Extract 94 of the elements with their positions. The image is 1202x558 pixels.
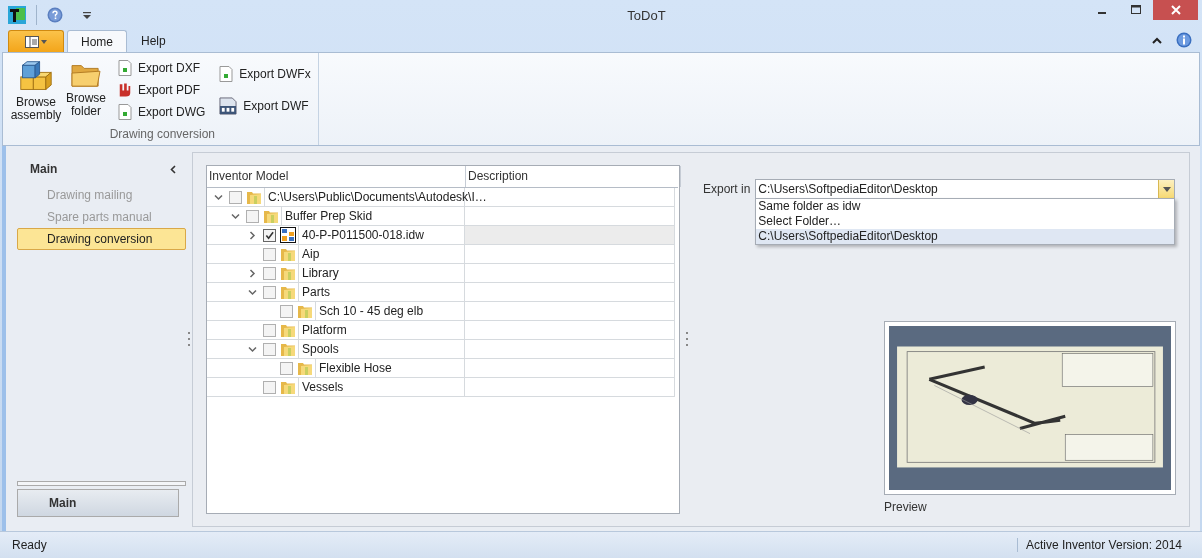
field-label: Export in <box>703 182 751 196</box>
assembly-icon <box>19 60 53 92</box>
help-icon[interactable] <box>47 7 63 23</box>
node-label: Library <box>298 264 339 282</box>
folder-icon <box>280 322 296 338</box>
preview-label: Preview <box>884 500 928 514</box>
close-button[interactable] <box>1153 0 1198 20</box>
chevron-icon[interactable] <box>248 268 257 278</box>
status-text: Ready <box>12 538 48 552</box>
ribbon-button[interactable]: Browse folder <box>61 56 111 127</box>
chevron-icon[interactable] <box>248 287 257 297</box>
tree-row[interactable]: Platform <box>207 321 678 340</box>
ribbon-button[interactable]: Browse assembly <box>11 56 61 127</box>
document-icon <box>219 65 234 82</box>
chevron-icon[interactable] <box>248 230 257 240</box>
version-text: Active Inventor Version: 2014 <box>1016 538 1182 552</box>
checkbox[interactable] <box>263 323 276 337</box>
chevron-icon[interactable] <box>231 211 240 221</box>
tree-row[interactable]: Vessels <box>207 378 678 397</box>
folder-icon <box>280 341 296 357</box>
chevron-icon[interactable] <box>248 344 257 354</box>
checkbox[interactable] <box>263 285 276 299</box>
dropdown-option[interactable]: C:\Users\SoftpediaEditor\Desktop <box>756 229 1175 244</box>
checkbox[interactable] <box>229 190 242 204</box>
folder-icon <box>297 360 313 376</box>
minimize-icon <box>1098 12 1106 14</box>
node-label: Vessels <box>298 378 344 396</box>
checkbox[interactable] <box>263 247 276 261</box>
node-label: Spools <box>298 340 339 358</box>
node-label: Platform <box>298 321 347 339</box>
collapse-ribbon-icon[interactable] <box>1152 36 1162 44</box>
export-folder-combo[interactable]: C:\Users\SoftpediaEditor\Desktop <box>755 179 1176 199</box>
node-label: Sch 10 - 45 deg elb <box>315 302 424 320</box>
tree-row[interactable]: Flexible Hose <box>207 359 678 378</box>
node-label: 40-P-P011500-018.idw <box>298 226 424 244</box>
folder-icon <box>246 189 262 205</box>
tree-row[interactable]: Parts <box>207 283 678 302</box>
checkbox[interactable] <box>263 380 276 394</box>
app-icon[interactable] <box>8 6 26 24</box>
folder-icon <box>280 379 296 395</box>
dropdown-option[interactable]: Select Folder… <box>756 214 1175 229</box>
node-label: Flexible Hose <box>315 359 392 377</box>
dwf-document-icon <box>219 96 238 115</box>
ribbon-tab[interactable]: Help <box>127 30 180 51</box>
drawing-file-icon <box>280 227 296 243</box>
app-menu-button[interactable] <box>8 30 64 52</box>
ribbon-button[interactable]: Export DWF <box>216 96 314 115</box>
node-label: Aip <box>298 245 320 263</box>
column-header[interactable]: Description <box>466 166 681 187</box>
column-header[interactable]: Inventor Model <box>207 166 466 187</box>
sidebar-item[interactable]: Drawing conversion <box>17 228 186 250</box>
node-label: Buffer Prep Skid <box>281 207 373 225</box>
node-label: C:\Users\Public\Documents\Autodesk\I… <box>264 188 487 206</box>
splitter-grip-icon[interactable] <box>187 332 191 347</box>
window-title: ToDoT <box>626 7 667 23</box>
customize-icon[interactable] <box>83 11 91 19</box>
tree-row[interactable]: C:\Users\Public\Documents\Autodesk\I… <box>207 188 678 207</box>
pdf-icon <box>118 82 132 98</box>
ribbon-button[interactable]: Export DXF <box>115 59 209 77</box>
checkbox[interactable] <box>280 304 293 318</box>
tree-row[interactable]: Library <box>207 264 678 283</box>
ribbon-button[interactable]: Export DWG <box>115 103 209 121</box>
folder-icon <box>263 208 279 224</box>
ribbon-tab[interactable]: Home <box>67 30 127 52</box>
ribbon-button[interactable]: Export DWFx <box>216 64 314 83</box>
checkbox[interactable] <box>246 209 259 223</box>
document-icon <box>118 60 132 76</box>
group-label: Drawing conversion <box>108 127 217 143</box>
caret-icon[interactable] <box>1162 186 1171 192</box>
maximize-icon <box>1131 5 1141 15</box>
folder-icon <box>280 284 296 300</box>
ribbon-button[interactable]: Export PDF <box>115 81 209 99</box>
folder-icon <box>280 265 296 281</box>
folder-icon <box>297 303 313 319</box>
dropdown-option[interactable]: Same folder as idw <box>756 199 1175 214</box>
tree-row[interactable]: Aip <box>207 245 678 264</box>
checkbox[interactable] <box>280 361 293 375</box>
info-icon[interactable] <box>1176 32 1192 48</box>
folder-icon <box>280 246 296 262</box>
close-icon <box>1170 5 1181 15</box>
main-nav-button[interactable]: Main <box>17 489 179 517</box>
tree-row[interactable]: Sch 10 - 45 deg elb <box>207 302 678 321</box>
node-label: Parts <box>298 283 330 301</box>
sidebar-title: Main <box>30 162 58 176</box>
tree-row[interactable]: Spools <box>207 340 678 359</box>
panel-menu-icon <box>25 35 47 48</box>
collapse-icon[interactable] <box>170 164 176 174</box>
splitter-grip-icon[interactable] <box>685 332 689 347</box>
checkbox[interactable] <box>263 266 276 280</box>
checkbox[interactable] <box>263 342 276 356</box>
checkbox[interactable] <box>263 228 276 242</box>
document-icon <box>118 104 132 120</box>
tree-row[interactable]: 40-P-P011500-018.idw <box>207 226 678 245</box>
chevron-icon[interactable] <box>214 192 223 202</box>
